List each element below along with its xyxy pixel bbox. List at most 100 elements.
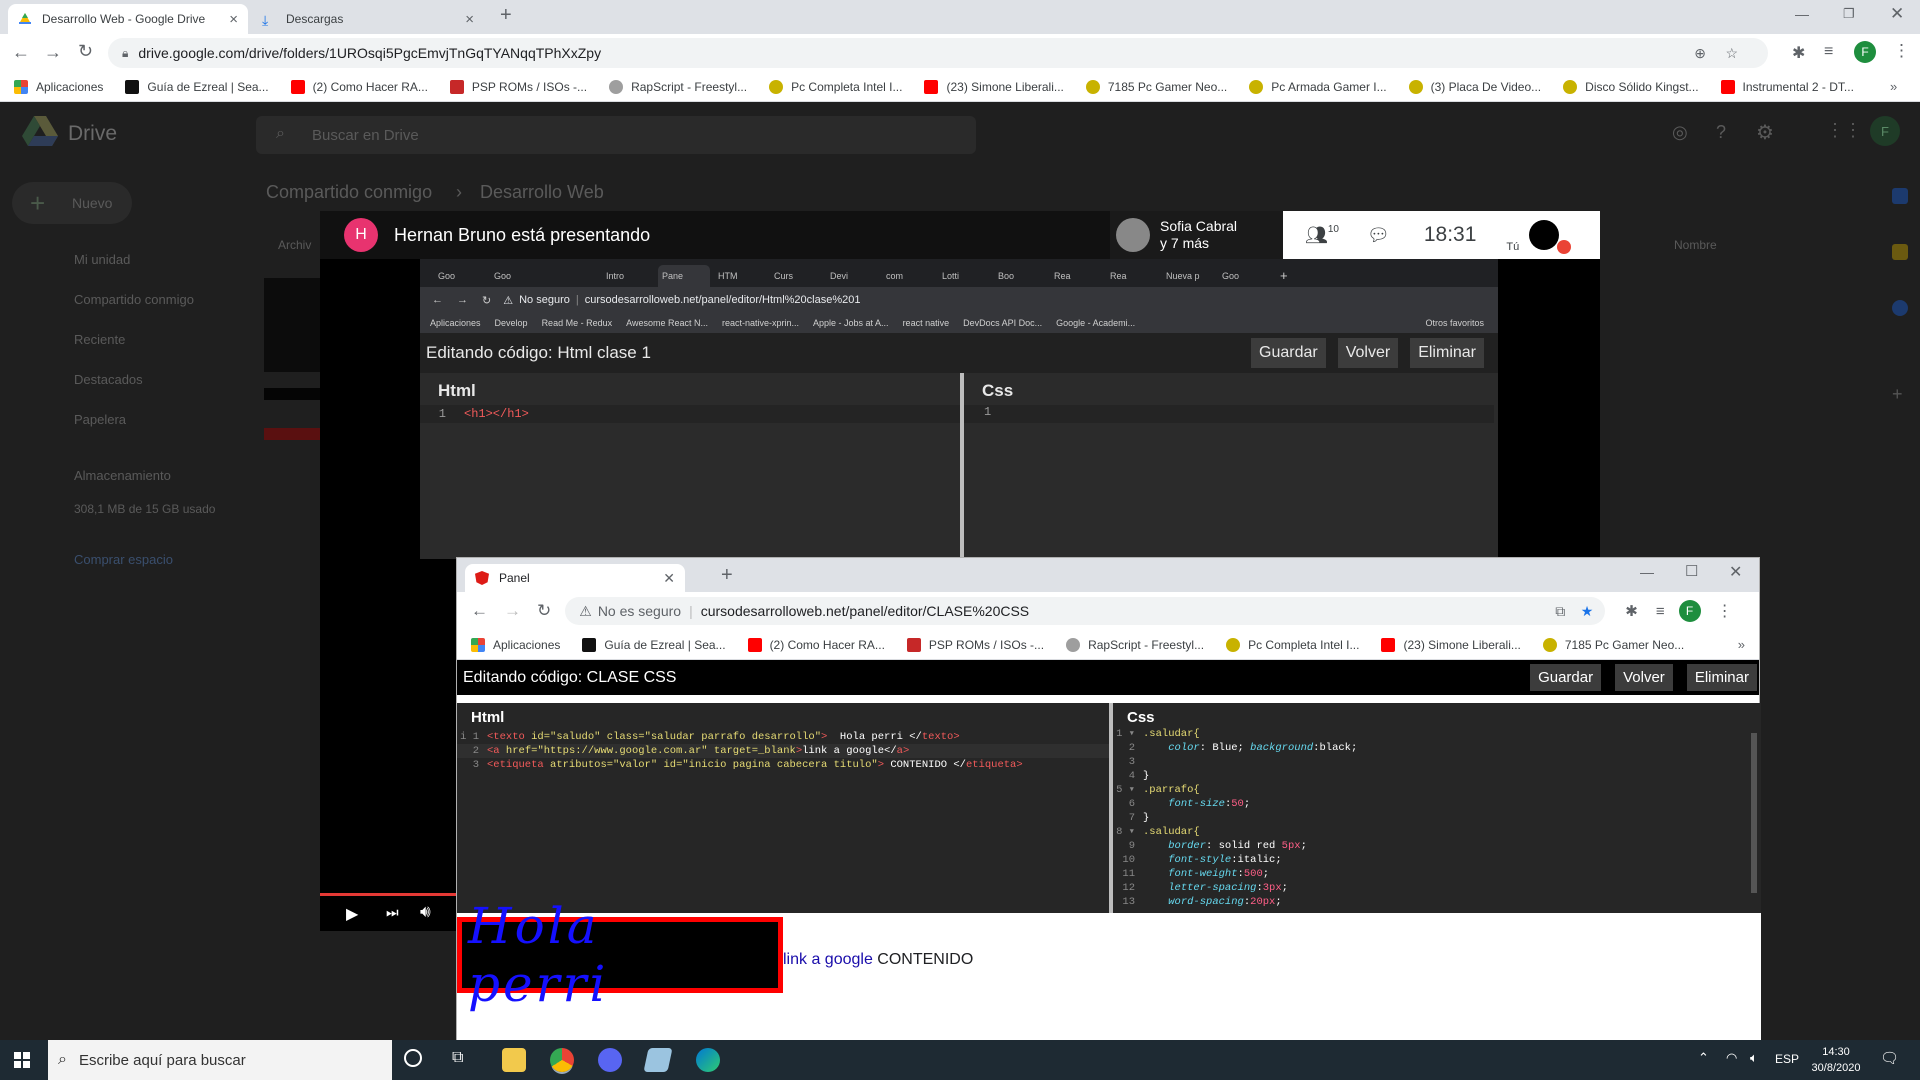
bookmark-item[interactable]: (2) Como Hacer RA... xyxy=(290,79,428,94)
buy-storage-link[interactable]: Comprar espacio xyxy=(74,552,173,567)
delete-button[interactable]: Eliminar xyxy=(1686,664,1757,691)
css-scrollbar[interactable] xyxy=(1751,733,1757,893)
more-bookmarks-icon[interactable]: » xyxy=(1890,79,1897,94)
close-tab-icon[interactable]: ✕ xyxy=(663,570,675,587)
discord-icon[interactable] xyxy=(598,1048,622,1072)
bookmark-item[interactable]: Pc Armada Gamer I... xyxy=(1249,79,1387,94)
media-control-icon[interactable]: ≡ xyxy=(1656,603,1665,620)
back-arrow-icon[interactable]: ← xyxy=(432,294,443,306)
bookmark-apps[interactable]: Aplicaciones xyxy=(471,637,560,652)
next-icon[interactable]: ⏭ xyxy=(386,904,399,921)
windows-start-icon[interactable] xyxy=(14,1052,30,1068)
bookmark-item[interactable]: (2) Como Hacer RA... xyxy=(747,637,885,652)
inner-bookmark[interactable]: Awesome React N... xyxy=(626,318,708,328)
inner-save-button[interactable]: Guardar xyxy=(1251,338,1326,368)
keep-icon[interactable] xyxy=(1892,244,1908,260)
minimize-button[interactable]: — xyxy=(1640,564,1654,580)
file-thumbnail[interactable] xyxy=(264,428,320,440)
inner-html-code[interactable]: 1 <h1></h1> xyxy=(420,405,960,423)
bookmark-item[interactable]: Pc Completa Intel I... xyxy=(769,79,902,94)
notepad-icon[interactable] xyxy=(643,1048,673,1072)
task-view-icon[interactable]: ⧉ xyxy=(452,1049,463,1067)
bookmark-item[interactable]: 7185 Pc Gamer Neo... xyxy=(1542,637,1684,652)
inner-tab[interactable]: Curs xyxy=(770,265,822,287)
inner-bookmark[interactable]: DevDocs API Doc... xyxy=(963,318,1042,328)
bookmark-item[interactable]: RapScript - Freestyl... xyxy=(1066,637,1204,652)
reload-icon[interactable]: ↻ xyxy=(78,41,93,62)
inner-bookmark[interactable]: react native xyxy=(903,318,950,328)
more-bookmarks-icon[interactable]: » xyxy=(1738,637,1745,652)
more-menu-icon[interactable]: ⋮ xyxy=(1717,601,1733,621)
inner-bookmark[interactable]: react-native-xprin... xyxy=(722,318,799,328)
bookmark-item[interactable]: Disco Sólido Kingst... xyxy=(1563,79,1699,94)
settings-gear-icon[interactable]: ⚙ xyxy=(1756,120,1774,145)
nav-shared[interactable]: Compartido conmigo xyxy=(74,292,194,307)
volume-icon[interactable]: 🔊︎ xyxy=(420,902,431,922)
inner-tab[interactable]: Nueva p xyxy=(1162,265,1214,287)
extensions-icon[interactable]: ✱ xyxy=(1792,43,1805,63)
more-menu-icon[interactable]: ⋮ xyxy=(1893,41,1910,61)
inner-bookmark[interactable]: Develop xyxy=(495,318,528,328)
tab-google-drive[interactable]: Desarrollo Web - Google Drive × xyxy=(8,4,248,34)
close-tab-icon[interactable]: × xyxy=(229,11,238,28)
back-arrow-icon[interactable]: ← xyxy=(471,601,488,621)
html-code-pane[interactable]: Html i 1 <texto id="saludo" class="saluda… xyxy=(457,703,1109,913)
drive-search-box[interactable]: ⌕ Buscar en Drive xyxy=(256,116,976,154)
tray-chevron-icon[interactable]: ⌃ xyxy=(1698,1050,1709,1066)
inner-tab[interactable]: HTM xyxy=(714,265,766,287)
inner-bookmark[interactable]: Aplicaciones xyxy=(430,318,481,328)
bookmark-item[interactable]: Guía de Ezreal | Sea... xyxy=(125,79,269,94)
address-bar[interactable]: 🔒︎ drive.google.com/drive/folders/1UROsq… xyxy=(108,38,1768,68)
forward-arrow-icon[interactable]: → xyxy=(504,601,521,621)
back-arrow-icon[interactable]: ← xyxy=(12,42,30,63)
notifications-icon[interactable]: 🗨︎ xyxy=(1880,1049,1899,1067)
inner-tab[interactable]: Rea xyxy=(1106,265,1158,287)
maximize-button[interactable]: ☐ xyxy=(1685,562,1698,580)
calendar-icon[interactable] xyxy=(1892,188,1908,204)
nav-starred[interactable]: Destacados xyxy=(74,372,143,387)
inner-url[interactable]: cursodesarrolloweb.net/panel/editor/Html… xyxy=(585,294,861,306)
drive-avatar[interactable]: F xyxy=(1870,116,1900,146)
nav-recent[interactable]: Reciente xyxy=(74,332,125,347)
tasks-icon[interactable] xyxy=(1892,300,1908,316)
bookmark-item[interactable]: PSP ROMs / ISOs -... xyxy=(449,79,587,94)
chrome-icon[interactable] xyxy=(550,1048,574,1072)
panel-tab[interactable]: Panel ✕ xyxy=(465,564,685,592)
inner-tab[interactable]: Intro xyxy=(602,265,654,287)
people-icon[interactable]: 👥︎ xyxy=(1305,225,1328,246)
file-explorer-icon[interactable] xyxy=(502,1048,526,1072)
file-thumbnail[interactable] xyxy=(264,278,320,372)
profile-avatar[interactable]: F xyxy=(1678,600,1701,622)
reload-icon[interactable]: ↻ xyxy=(537,601,551,621)
self-avatar[interactable] xyxy=(1529,220,1560,250)
add-addon-icon[interactable]: + xyxy=(1892,384,1903,405)
bookmark-item[interactable]: (23) Simone Liberali... xyxy=(924,79,1064,94)
play-icon[interactable]: ▶ xyxy=(346,904,358,924)
cortana-icon[interactable] xyxy=(404,1049,422,1067)
preview-link[interactable]: link a google xyxy=(783,951,873,968)
panel-address-bar[interactable]: ⚠ No es seguro | cursodesarrolloweb.net/… xyxy=(565,597,1606,625)
reload-icon[interactable]: ↻ xyxy=(482,294,491,307)
profile-avatar[interactable]: F xyxy=(1854,41,1876,63)
help-icon[interactable]: ? xyxy=(1716,122,1726,143)
inner-tab[interactable]: Goo xyxy=(434,265,486,287)
bookmark-item[interactable]: Guía de Ezreal | Sea... xyxy=(582,637,726,652)
inner-css-code[interactable]: 1 xyxy=(964,405,1494,423)
bookmark-star-icon[interactable]: ☆ xyxy=(1725,45,1738,62)
bookmark-item[interactable]: Pc Completa Intel I... xyxy=(1226,637,1359,652)
bookmark-item[interactable]: RapScript - Freestyl... xyxy=(609,79,747,94)
minimize-button[interactable]: — xyxy=(1795,6,1809,22)
inner-tab[interactable] xyxy=(546,265,598,287)
offline-status-icon[interactable]: ◎ xyxy=(1672,122,1688,143)
inner-tab[interactable]: Goo xyxy=(490,265,542,287)
save-button[interactable]: Guardar xyxy=(1530,664,1602,691)
inner-tab[interactable]: Goo xyxy=(1218,265,1270,287)
tab-downloads[interactable]: ⤓ Descargas × xyxy=(252,4,484,34)
video-progress-bar[interactable] xyxy=(320,893,470,896)
inner-tab[interactable]: Devi xyxy=(826,265,878,287)
nav-my-drive[interactable]: Mi unidad xyxy=(74,252,130,267)
chat-icon[interactable]: 💬︎ xyxy=(1367,225,1390,246)
column-name[interactable]: Nombre xyxy=(1674,238,1717,252)
translate-icon[interactable]: ⧉ xyxy=(1555,603,1565,620)
apps-grid-icon[interactable]: ⋮⋮ xyxy=(1826,120,1862,141)
